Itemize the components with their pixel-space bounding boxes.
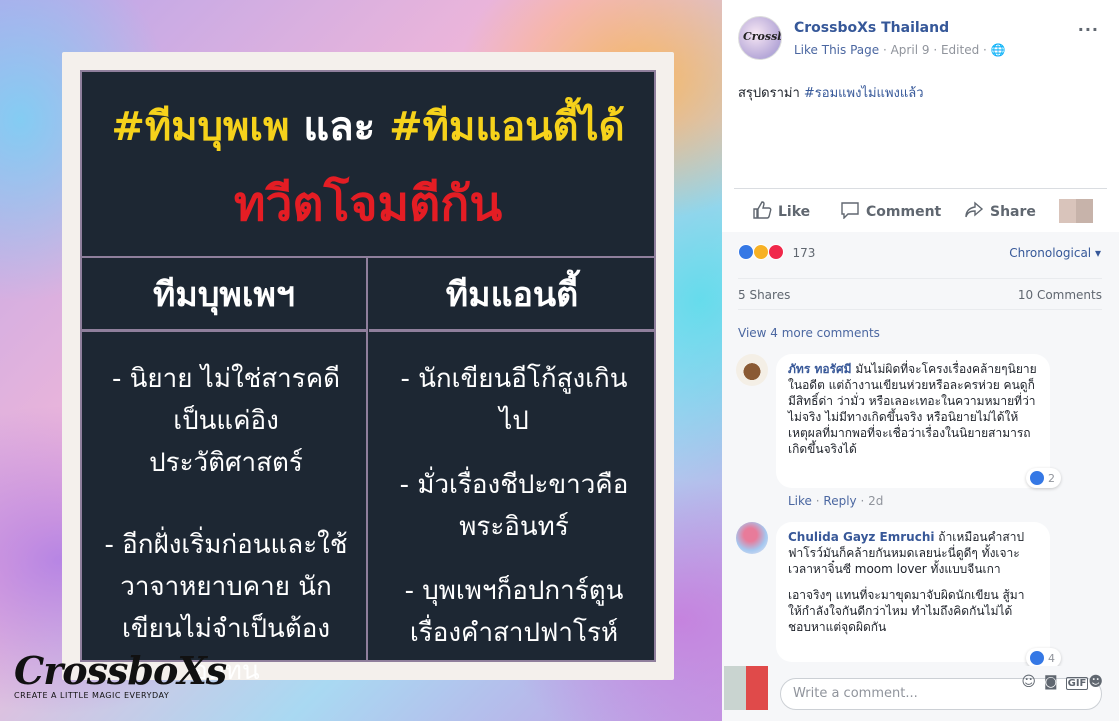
comment-bubble: ภัทร ทอรัศมี มันไม่ผิดที่จะโครงเรื่องคล้… [776, 354, 1050, 488]
composer-icons: ☺◙ GIF ☻ [1021, 674, 1111, 690]
comment-reaction-count: 4 [1048, 652, 1055, 665]
love-reaction-icon [767, 244, 784, 260]
post-text-plain: สรุปดราม่า [738, 86, 804, 101]
headline-left: #ทีมบุพเพ [111, 104, 290, 150]
meta-separator: · [882, 43, 891, 57]
like-page-link[interactable]: Like This Page [794, 43, 879, 57]
commenter-name[interactable]: ภัทร ทอรัศมี [788, 362, 852, 376]
gif-icon[interactable]: GIF [1065, 677, 1089, 690]
post-side-panel: CrossboXs CrossboXs Thailand Like This P… [722, 0, 1119, 721]
camera-icon[interactable]: ◙ [1044, 674, 1066, 690]
footer-separator: · [860, 494, 869, 508]
comment-reactions[interactable]: 4 [1026, 648, 1061, 668]
edited-link[interactable]: Edited [941, 43, 979, 57]
page-name-link[interactable]: CrossboXs Thailand [794, 20, 949, 36]
post-date[interactable]: April 9 [891, 43, 930, 57]
action-bar: Like Comment Share [734, 188, 1107, 232]
comment-text: มันไม่ผิดที่จะโครงเรื่องคล้ายๆนิยายในอดี… [788, 362, 1037, 456]
globe-icon: 🌐 [990, 43, 1006, 57]
column-item: - บุพเพฯก็อปการ์ตูนเรื่องคำสาปฟาโรห์ [404, 576, 624, 648]
post-header: CrossboXs CrossboXs Thailand Like This P… [722, 0, 1119, 72]
column-left: ทีมบุพเพฯ - นิยาย ไม่ใช่สารคดี เป็นแค่อิ… [82, 258, 368, 686]
column-item: - มั่วเรื่องชีปะขาวคือพระอินทร์ [399, 470, 629, 542]
comment-label: Comment [866, 204, 942, 220]
comment-button[interactable]: Comment [840, 201, 941, 220]
sort-dropdown[interactable]: Chronological ▾ [1009, 246, 1101, 260]
comment-like-link[interactable]: Like [788, 494, 812, 508]
column-item: - นักเขียนอีโก้สูงเกินไป [400, 364, 628, 436]
comments-area: 173 Chronological ▾ 5 Shares 10 Comments… [722, 232, 1119, 721]
meta-separator: · [983, 43, 991, 57]
haha-reaction-icon [752, 244, 769, 260]
like-reaction-icon [738, 244, 754, 260]
column-item: - นิยาย ไม่ใช่สารคดี เป็นแค่อิงประวัติศา… [111, 364, 341, 478]
reactions-summary[interactable]: 173 [738, 244, 815, 260]
view-more-comments[interactable]: View 4 more comments [738, 326, 880, 340]
like-button[interactable]: Like [752, 201, 810, 220]
stats-row: 5 Shares 10 Comments [738, 278, 1102, 310]
comment-footer: Like · Reply · 2d [788, 494, 883, 508]
column-list-right: - นักเขียนอีโก้สูงเกินไป - มั่วเรื่องชีป… [369, 332, 655, 654]
like-reaction-icon [1029, 470, 1045, 486]
thumbs-up-icon [753, 201, 772, 219]
headline-sub: ทวีตโจมตีกัน [233, 176, 503, 232]
infographic-header: #ทีมบุพเพ และ #ทีมแอนตี้ได้ ทวีตโจมตีกัน [82, 72, 654, 258]
page-avatar[interactable]: CrossboXs [738, 16, 782, 60]
post-photo[interactable]: #ทีมบุพเพ และ #ทีมแอนตี้ได้ ทวีตโจมตีกัน… [0, 0, 722, 721]
share-button[interactable]: Share [964, 201, 1036, 220]
share-as-avatar[interactable] [1059, 199, 1093, 223]
sort-label: Chronological [1009, 246, 1092, 260]
my-avatar [724, 666, 768, 710]
comment-icon [841, 202, 859, 219]
comment-placeholder: Write a comment... [793, 686, 918, 701]
commenter-avatar[interactable] [736, 354, 768, 386]
commenter-name[interactable]: Chulida Gayz Emruchi [788, 530, 934, 544]
like-reaction-icon [1029, 650, 1045, 666]
share-label: Share [990, 204, 1036, 220]
comment-composer: Write a comment... ☺◙ GIF ☻ [722, 666, 1119, 721]
comment-text-continued: เอาจริงๆ แทนที่จะมาขุดมาจับผิดนักเขียน ส… [788, 588, 1025, 634]
caret-down-icon: ▾ [1094, 246, 1101, 260]
shares-count[interactable]: 5 Shares [738, 288, 790, 302]
column-right: ทีมแอนตี้ - นักเขียนอีโก้สูงเกินไป - มั่… [369, 258, 655, 660]
more-options-icon[interactable]: ··· [1078, 20, 1099, 39]
comment-reactions[interactable]: 2 [1026, 468, 1061, 488]
headline-mid: และ [303, 104, 376, 150]
headline-main: #ทีมบุพเพ และ #ทีมแอนตี้ได้ [82, 94, 654, 158]
comment-reaction-count: 2 [1048, 472, 1055, 485]
post-meta: Like This Page · April 9 · Edited · 🌐 [794, 43, 1006, 57]
meta-separator: · [933, 43, 941, 57]
column-title-right: ทีมแอนตี้ [369, 258, 655, 332]
comment-age[interactable]: 2d [868, 494, 883, 508]
comment-bubble: Chulida Gayz Emruchi ถ้าเหมือนคำสาปฟาโรว… [776, 522, 1050, 662]
brand-logo: CrossboXs CREATE A LITTLE MAGIC EVERYDAY [14, 648, 227, 700]
comments-count[interactable]: 10 Comments [1018, 288, 1102, 302]
comment-reply-link[interactable]: Reply [823, 494, 856, 508]
infographic-card: #ทีมบุพเพ และ #ทีมแอนตี้ได้ ทวีตโจมตีกัน… [80, 70, 656, 686]
reaction-count: 173 [792, 246, 816, 260]
column-list-left: - นิยาย ไม่ใช่สารคดี เป็นแค่อิงประวัติศา… [82, 332, 366, 692]
post-hashtag[interactable]: #รอมแพงไม่แพงแล้ว [804, 86, 924, 101]
page-avatar-text: CrossboXs [743, 30, 781, 43]
sticker-icon[interactable]: ☻ [1088, 674, 1111, 690]
headline-right: #ทีมแอนตี้ได้ [389, 104, 625, 150]
column-title-left: ทีมบุพเพฯ [82, 258, 366, 332]
brand-name: CrossboXs [14, 648, 227, 693]
like-label: Like [778, 204, 811, 220]
commenter-avatar[interactable] [736, 522, 768, 554]
post-text: สรุปดราม่า #รอมแพงไม่แพงแล้ว [738, 82, 924, 103]
smiley-icon[interactable]: ☺ [1021, 674, 1044, 690]
share-icon [965, 201, 984, 218]
